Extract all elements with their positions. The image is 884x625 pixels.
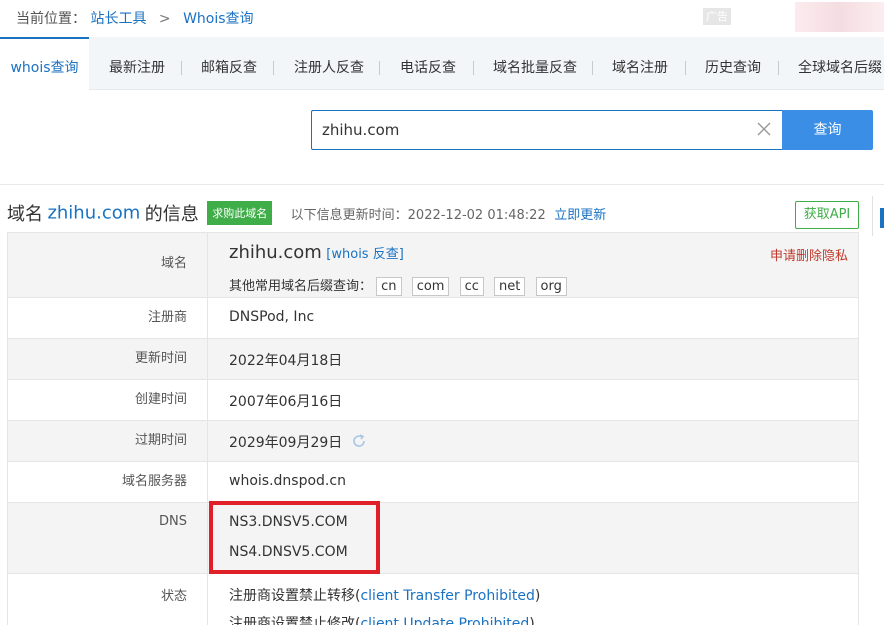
tool-tabs: whois查询 最新注册 邮箱反查 注册人反查 电话反查 域名批量反查 域名注册… bbox=[0, 37, 884, 90]
created-value: 2007年06月16日 bbox=[229, 394, 343, 410]
row-label: 域名 bbox=[8, 233, 208, 297]
search-box bbox=[311, 110, 782, 150]
suffix-chip-com[interactable]: com bbox=[411, 277, 450, 296]
table-row-dns: DNS NS3.DNSV5.COM NS4.DNSV5.COM bbox=[8, 502, 858, 573]
info-title-suffix: 的信息 bbox=[144, 204, 199, 225]
refresh-icon[interactable] bbox=[351, 433, 367, 449]
tab-history[interactable]: 历史查询 bbox=[705, 37, 761, 90]
row-label: 状态 bbox=[8, 574, 208, 625]
breadcrumb-home-link[interactable]: 站长工具 bbox=[90, 11, 146, 27]
suffix-chip-net[interactable]: net bbox=[494, 277, 526, 296]
ad-banner[interactable] bbox=[795, 2, 884, 32]
ad-label[interactable]: 广告 bbox=[703, 8, 731, 25]
update-time-label: 以下信息更新时间：2022-12-02 01:48:22 bbox=[290, 207, 546, 223]
top-bar: 当前位置： 站长工具 > Whois查询 广告 bbox=[0, 0, 884, 37]
tab-divider bbox=[181, 61, 182, 75]
row-label: 域名服务器 bbox=[8, 462, 208, 502]
suffix-query: 其他常用域名后缀查询： cn com cc net org bbox=[229, 275, 573, 296]
breadcrumb-separator: > bbox=[158, 11, 171, 27]
domain-value: zhihu.com [whois 反查] bbox=[229, 242, 404, 263]
tab-registrant-reverse[interactable]: 注册人反查 bbox=[294, 37, 364, 90]
table-row-status: 状态 注册商设置禁止转移(client Transfer Prohibited)… bbox=[8, 573, 858, 625]
domain-name: zhihu.com bbox=[229, 242, 322, 263]
tab-divider bbox=[273, 61, 274, 75]
suffix-chip-cn[interactable]: cn bbox=[376, 277, 402, 296]
row-label: 过期时间 bbox=[8, 421, 208, 461]
updated-value: 2022年04月18日 bbox=[229, 353, 343, 369]
row-label: DNS bbox=[8, 503, 208, 573]
table-row-domain: 域名 zhihu.com [whois 反查] 其他常用域名后缀查询： cn c… bbox=[8, 232, 858, 297]
tab-divider bbox=[592, 61, 593, 75]
info-title-domain[interactable]: zhihu.com bbox=[47, 203, 140, 224]
tab-whois[interactable]: whois查询 bbox=[0, 37, 89, 90]
status-item: 注册商设置禁止转移(client Transfer Prohibited) bbox=[229, 585, 540, 605]
info-title-prefix: 域名 bbox=[7, 204, 43, 225]
tab-email-reverse[interactable]: 邮箱反查 bbox=[201, 37, 257, 90]
whois-table: 域名 zhihu.com [whois 反查] 其他常用域名后缀查询： cn c… bbox=[7, 232, 859, 625]
search-button[interactable]: 查询 bbox=[782, 110, 873, 150]
side-panel-marker bbox=[880, 208, 884, 228]
side-panel-edge bbox=[872, 196, 873, 236]
buy-domain-badge[interactable]: 求购此域名 bbox=[207, 201, 273, 225]
expires-value: 2029年09月29日 bbox=[229, 432, 367, 452]
tab-domain-register[interactable]: 域名注册 bbox=[612, 37, 668, 90]
status-link[interactable]: client Transfer Prohibited bbox=[360, 588, 534, 604]
whois-server-value: whois.dnspod.cn bbox=[229, 473, 346, 489]
tab-divider bbox=[473, 61, 474, 75]
status-close: ) bbox=[534, 588, 541, 604]
status-link[interactable]: client Update Prohibited bbox=[360, 616, 529, 625]
whois-reverse-link[interactable]: [whois 反查] bbox=[326, 247, 404, 262]
suffix-label: 其他常用域名后缀查询： bbox=[229, 279, 373, 294]
info-header: 域名 zhihu.com 的信息 求购此域名 以下信息更新时间：2022-12-… bbox=[7, 200, 606, 226]
search-input[interactable] bbox=[322, 121, 742, 139]
suffix-chip-cc[interactable]: cc bbox=[459, 277, 484, 296]
update-now-link[interactable]: 立即更新 bbox=[554, 208, 606, 223]
suffix-chip-org[interactable]: org bbox=[535, 277, 567, 296]
row-label: 注册商 bbox=[8, 298, 208, 338]
get-api-button[interactable]: 获取API bbox=[795, 201, 859, 229]
status-close: ) bbox=[529, 616, 535, 625]
table-row-created: 创建时间 2007年06月16日 bbox=[8, 379, 858, 420]
table-row-registrar: 注册商 DNSPod, Inc bbox=[8, 297, 858, 338]
registrar-value: DNSPod, Inc bbox=[229, 309, 315, 325]
tab-latest-registrations[interactable]: 最新注册 bbox=[109, 37, 165, 90]
section-divider bbox=[0, 184, 884, 185]
row-label: 创建时间 bbox=[8, 380, 208, 420]
tab-batch-reverse[interactable]: 域名批量反查 bbox=[493, 37, 577, 90]
clear-icon[interactable] bbox=[756, 121, 772, 137]
breadcrumb-prefix: 当前位置： bbox=[16, 11, 86, 27]
expires-date: 2029年09月29日 bbox=[229, 435, 343, 451]
table-row-whois-server: 域名服务器 whois.dnspod.cn bbox=[8, 461, 858, 502]
breadcrumb: 当前位置： 站长工具 > Whois查询 bbox=[16, 8, 254, 28]
privacy-removal-link[interactable]: 申请删除隐私 bbox=[770, 245, 848, 264]
table-row-expires: 过期时间 2029年09月29日 bbox=[8, 420, 858, 461]
status-item: 注册商设置禁止修改(client Update Prohibited) bbox=[229, 613, 535, 625]
tab-divider bbox=[685, 61, 686, 75]
tab-global-suffix[interactable]: 全球域名后缀 bbox=[798, 37, 882, 90]
tab-divider bbox=[379, 61, 380, 75]
tab-divider bbox=[778, 61, 779, 75]
table-row-updated: 更新时间 2022年04月18日 bbox=[8, 338, 858, 379]
breadcrumb-current[interactable]: Whois查询 bbox=[183, 11, 253, 27]
dns-highlight-box bbox=[209, 501, 380, 574]
status-text: 注册商设置禁止转移( bbox=[229, 588, 361, 604]
status-text: 注册商设置禁止修改( bbox=[229, 616, 361, 625]
tab-phone-reverse[interactable]: 电话反查 bbox=[400, 37, 456, 90]
row-label: 更新时间 bbox=[8, 339, 208, 379]
